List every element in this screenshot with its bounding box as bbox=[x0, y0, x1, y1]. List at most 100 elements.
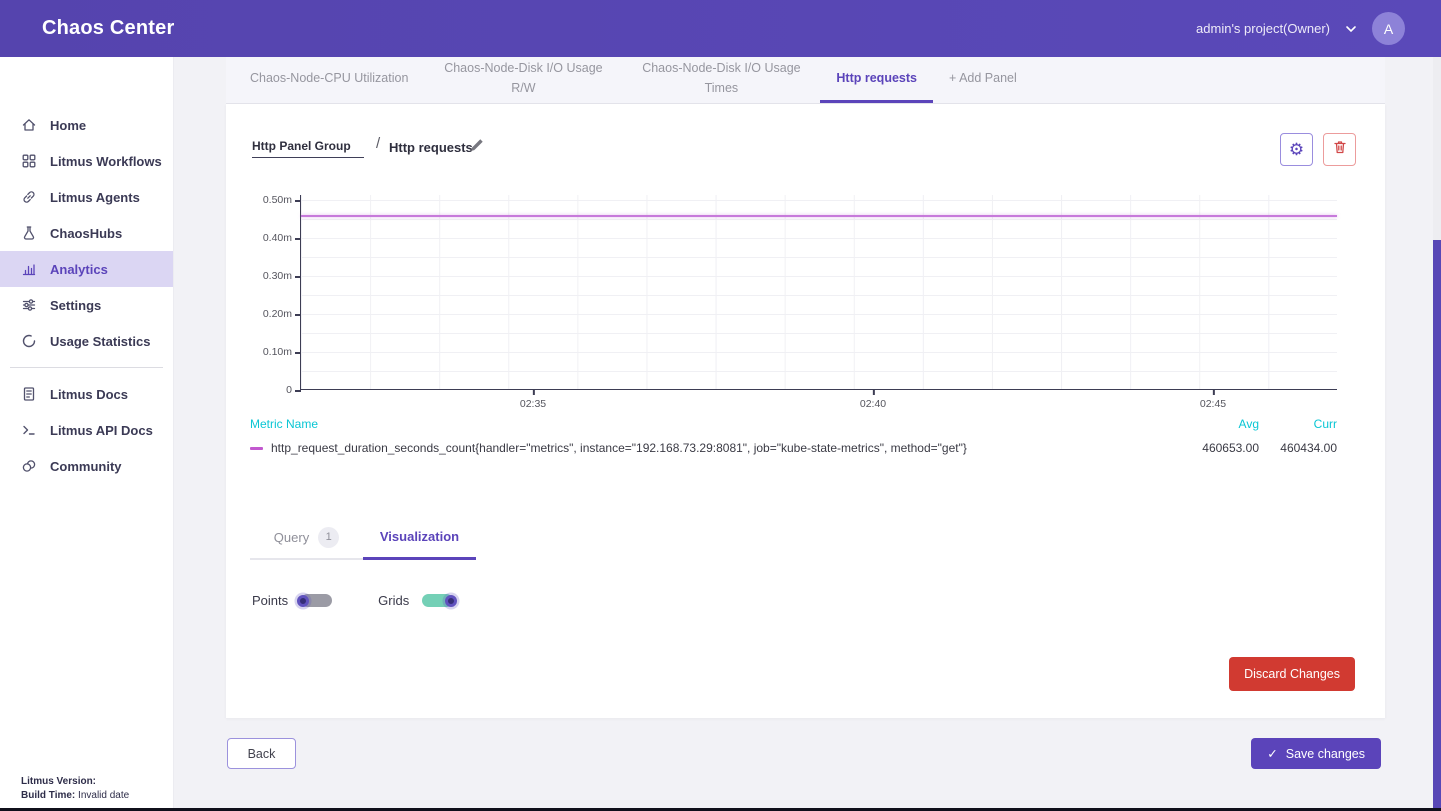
series-line bbox=[301, 215, 1337, 217]
panel-group-name-input[interactable] bbox=[252, 137, 364, 158]
tab-label: Chaos-Node-Disk I/O Usage Times bbox=[638, 59, 804, 98]
legend-row[interactable]: http_request_duration_seconds_count{hand… bbox=[250, 441, 1337, 455]
avatar[interactable]: A bbox=[1372, 12, 1405, 45]
sidebar-nav-group: Home Litmus Workflows Litmus Agents Chao… bbox=[0, 107, 173, 359]
points-toggle-label: Points bbox=[252, 593, 288, 608]
x-axis-tick-label: 02:45 bbox=[1200, 398, 1226, 410]
project-selector-label[interactable]: admin's project(Owner) bbox=[1196, 21, 1330, 36]
points-toggle-item: Points bbox=[252, 593, 332, 608]
sidebar-item-chaoshubs[interactable]: ChaosHubs bbox=[0, 215, 173, 251]
sidebar-item-label: Community bbox=[50, 459, 122, 474]
breadcrumb-separator: / bbox=[376, 135, 380, 152]
sidebar-docs-group: Litmus Docs Litmus API Docs Community bbox=[0, 376, 173, 484]
visualization-options: Points Grids bbox=[252, 593, 453, 608]
sidebar-item-label: Settings bbox=[50, 298, 101, 313]
sidebar-item-home[interactable]: Home bbox=[0, 107, 173, 143]
build-time-label: Build Time: bbox=[21, 790, 75, 801]
settings-icon bbox=[21, 297, 37, 313]
scrollbar-thumb[interactable] bbox=[1433, 240, 1441, 811]
tab-chaos-node-disk-io-usage-times[interactable]: Chaos-Node-Disk I/O Usage Times bbox=[622, 57, 820, 103]
editor-sub-tabs: Query 1 Visualization bbox=[250, 516, 476, 560]
app-title: Chaos Center bbox=[42, 17, 174, 40]
panel-settings-button[interactable]: ⚙ bbox=[1280, 133, 1313, 166]
tab-query[interactable]: Query 1 bbox=[250, 516, 363, 560]
curr-header: Curr bbox=[1271, 417, 1337, 431]
version-label: Litmus Version: bbox=[21, 776, 96, 787]
sidebar-item-litmus-api-docs[interactable]: Litmus API Docs bbox=[0, 412, 173, 448]
sidebar-item-settings[interactable]: Settings bbox=[0, 287, 173, 323]
y-axis-tick-label: 0.30m bbox=[232, 270, 292, 282]
sidebar-item-label: Litmus Agents bbox=[50, 190, 140, 205]
docs-icon bbox=[21, 386, 37, 402]
curr-value: 460434.00 bbox=[1271, 441, 1337, 455]
query-count-badge: 1 bbox=[318, 527, 339, 548]
grids-toggle-label: Grids bbox=[378, 593, 409, 608]
sidebar-item-litmus-docs[interactable]: Litmus Docs bbox=[0, 376, 173, 412]
metrics-chart: 0.50m 0.40m 0.30m 0.20m 0.10m 0 02:35 02… bbox=[226, 195, 1385, 425]
tab-label: Chaos-Node-CPU Utilization bbox=[250, 69, 408, 88]
chaoshubs-icon bbox=[21, 225, 37, 241]
save-changes-button[interactable]: ✓ Save changes bbox=[1251, 738, 1381, 769]
sidebar-item-label: Analytics bbox=[50, 262, 108, 277]
metric-name-header: Metric Name bbox=[250, 417, 1181, 431]
tab-label: Query bbox=[274, 530, 309, 545]
toggle-knob bbox=[297, 595, 309, 607]
chevron-down-icon[interactable] bbox=[1345, 25, 1357, 33]
edit-pencil-icon[interactable] bbox=[469, 137, 485, 153]
y-axis-tick-label: 0.50m bbox=[232, 194, 292, 206]
sidebar-item-usage-statistics[interactable]: Usage Statistics bbox=[0, 323, 173, 359]
discard-changes-button[interactable]: Discard Changes bbox=[1229, 657, 1355, 691]
sidebar-item-community[interactable]: Community bbox=[0, 448, 173, 484]
back-button[interactable]: Back bbox=[227, 738, 296, 769]
tab-http-requests[interactable]: Http requests bbox=[820, 57, 933, 103]
y-axis-tick-label: 0.20m bbox=[232, 308, 292, 320]
toggle-knob bbox=[445, 595, 457, 607]
gear-icon: ⚙ bbox=[1289, 141, 1304, 158]
save-changes-label: Save changes bbox=[1286, 747, 1365, 761]
sidebar-item-litmus-workflows[interactable]: Litmus Workflows bbox=[0, 143, 173, 179]
sidebar-item-label: Home bbox=[50, 118, 86, 133]
topbar-right-cluster: admin's project(Owner) A bbox=[1196, 12, 1405, 45]
y-axis-tick-label: 0.40m bbox=[232, 232, 292, 244]
sidebar-item-label: ChaosHubs bbox=[50, 226, 122, 241]
analytics-icon bbox=[21, 261, 37, 277]
sidebar-item-litmus-agents[interactable]: Litmus Agents bbox=[0, 179, 173, 215]
build-time-value: Invalid date bbox=[75, 790, 129, 801]
delete-panel-button[interactable] bbox=[1323, 133, 1356, 166]
panel-name: Http requests bbox=[389, 140, 473, 155]
sidebar-item-label: Usage Statistics bbox=[50, 334, 150, 349]
sidebar-item-label: Litmus Docs bbox=[50, 387, 128, 402]
home-icon bbox=[21, 117, 37, 133]
tab-chaos-node-disk-io-usage-rw[interactable]: Chaos-Node-Disk I/O Usage R/W bbox=[424, 57, 622, 103]
y-axis-tick-label: 0 bbox=[232, 384, 292, 396]
sidebar-item-analytics[interactable]: Analytics bbox=[0, 251, 173, 287]
sidebar-item-label: Litmus API Docs bbox=[50, 423, 153, 438]
tab-chaos-node-cpu-utilization[interactable]: Chaos-Node-CPU Utilization bbox=[234, 57, 424, 103]
top-bar: Chaos Center admin's project(Owner) A bbox=[0, 0, 1441, 57]
add-panel-button[interactable]: + Add Panel bbox=[933, 57, 1033, 103]
check-icon: ✓ bbox=[1267, 746, 1277, 761]
community-icon bbox=[21, 458, 37, 474]
tab-visualization[interactable]: Visualization bbox=[363, 516, 476, 560]
legend-swatch bbox=[250, 447, 263, 450]
y-axis-tick-label: 0.10m bbox=[232, 346, 292, 358]
grids-toggle[interactable] bbox=[422, 594, 453, 607]
sidebar-footer: Litmus Version: Build Time: Invalid date bbox=[21, 775, 129, 803]
points-toggle[interactable] bbox=[301, 594, 332, 607]
tab-label: Chaos-Node-Disk I/O Usage R/W bbox=[440, 59, 606, 98]
grids-toggle-item: Grids bbox=[378, 593, 453, 608]
tab-label: Http requests bbox=[836, 69, 917, 88]
panel-editor-card: / Http requests ⚙ 0.50m 0.40m 0.30m 0.20… bbox=[226, 104, 1385, 718]
sidebar: Home Litmus Workflows Litmus Agents Chao… bbox=[0, 57, 174, 811]
avg-value: 460653.00 bbox=[1193, 441, 1259, 455]
workflows-icon bbox=[21, 153, 37, 169]
tab-label: Visualization bbox=[380, 529, 459, 544]
plot-area bbox=[300, 195, 1337, 390]
terminal-icon bbox=[21, 422, 37, 438]
metric-name: http_request_duration_seconds_count{hand… bbox=[271, 441, 1181, 455]
trash-icon bbox=[1332, 139, 1348, 160]
scrollbar-track[interactable] bbox=[1433, 57, 1441, 811]
x-axis-tick-label: 02:35 bbox=[520, 398, 546, 410]
legend-header: Metric Name Avg Curr bbox=[250, 417, 1337, 431]
sidebar-item-label: Litmus Workflows bbox=[50, 154, 162, 169]
